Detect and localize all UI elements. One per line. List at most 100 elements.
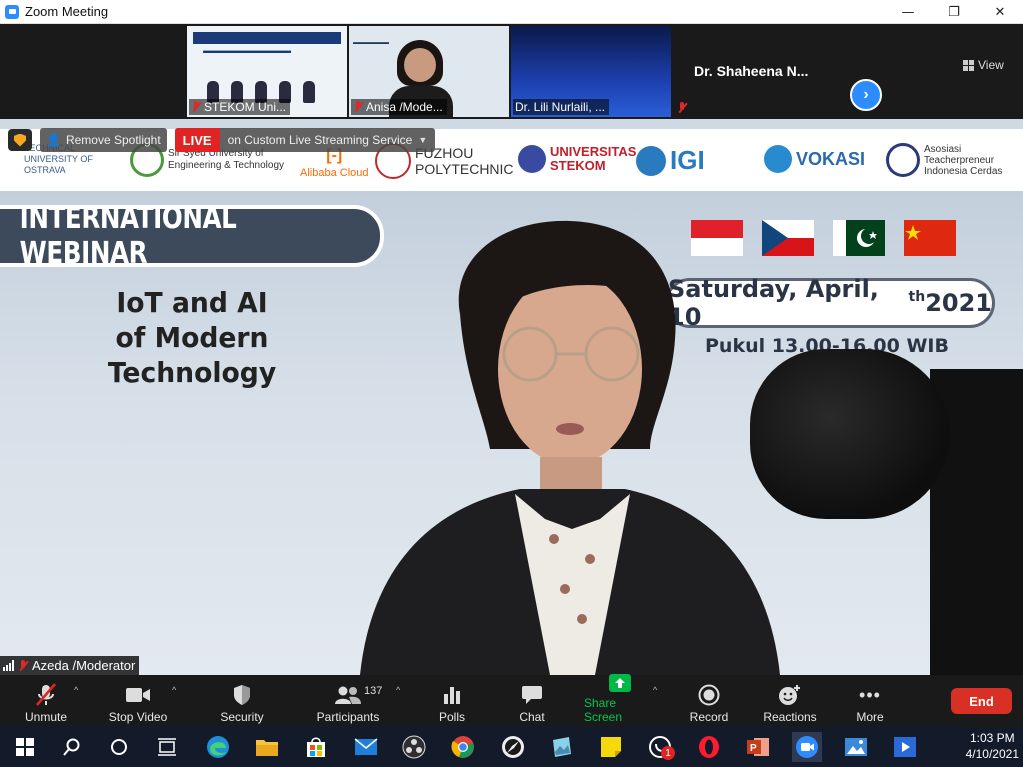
file-explorer-icon[interactable] [252,732,282,762]
live-badge: LIVE [174,128,220,152]
stop-video-button[interactable]: Stop Video [106,680,170,724]
security-shield-icon[interactable] [8,129,32,151]
audio-options-chevron-icon[interactable]: ^ [74,685,78,695]
video-overlay-controls: 👤 Remove Spotlight LIVE on Custom Live S… [8,128,436,152]
minimize-button[interactable]: — [885,0,931,24]
unmute-button[interactable]: Unmute [22,680,70,724]
compass-app-icon[interactable] [498,732,528,762]
clock-time: 1:03 PM [969,731,1015,745]
mic-muted-icon [35,683,57,707]
photos-app-icon[interactable] [546,732,576,762]
webinar-headline: IoT and AI of Modern Technology [107,286,277,389]
share-options-chevron-icon[interactable]: ^ [653,685,657,695]
mic-muted-icon [353,101,363,113]
more-button[interactable]: ••• More [852,680,888,725]
more-label: More [856,710,884,724]
webinar-tag: INTERNATIONAL WEBINAR [0,201,384,271]
video-options-chevron-icon[interactable]: ^ [172,685,176,695]
share-screen-button[interactable]: Share Screen [584,674,656,724]
participant-thumbnail[interactable]: ▬▬▬▬▬▬▬▬▬▬▬ STEKOM Uni... [187,26,347,117]
participant-name: Dr. Lili Nurlaili, ... [515,100,606,114]
chat-button[interactable]: Chat [516,680,548,724]
security-button[interactable]: Security [218,680,266,724]
restore-button[interactable]: ❐ [931,0,977,24]
thumbnail-speaker-photo [303,81,315,103]
igi-logo: IGI [636,145,705,176]
participants-icon: 137 [334,683,382,707]
participant-thumbnail[interactable]: ▬▬▬▬▬▬ Anisa /Mode... [349,26,509,117]
security-label: Security [220,710,264,724]
participant-thumbnail[interactable]: Dr. Lili Nurlaili, ... [511,26,671,117]
stop-video-label: Stop Video [108,710,168,724]
windows-start-icon[interactable] [10,732,40,762]
participant-name: Dr. Shaheena N... [694,63,809,79]
chat-label: Chat [519,710,545,724]
mic-muted-icon [18,659,28,672]
microphone [750,349,950,519]
meeting-toolbar: Unmute ^ Stop Video ^ Security 137 Parti… [0,674,1023,727]
record-icon [698,683,720,707]
atic-logo: Asosiasi Teacherpreneur Indonesia Cerdas [886,143,1004,177]
obs-icon[interactable] [399,732,429,762]
grid-icon [963,59,974,71]
polls-button[interactable]: Polls [434,680,470,724]
powerpoint-icon[interactable]: P [743,732,773,762]
view-button[interactable]: View [963,58,1004,72]
reactions-button[interactable]: Reactions [762,680,818,724]
live-stream-label: on Custom Live Streaming Service [227,133,413,147]
remove-spotlight-button[interactable]: 👤 Remove Spotlight [40,128,167,152]
participant-name-tag: Anisa /Mode... [351,99,447,115]
active-speaker-name-tag: Azeda /Moderator [0,656,140,675]
participants-count: 137 [364,685,383,697]
china-flag-icon [904,220,956,256]
participants-label: Participants [316,710,380,724]
whatsapp-badge: 1 [661,746,675,760]
unmute-label: Unmute [24,710,68,724]
search-icon[interactable] [57,732,87,762]
opera-icon[interactable] [694,732,724,762]
chat-bubble-icon [521,683,543,707]
participant-name: STEKOM Uni... [204,100,287,114]
live-stream-dropdown[interactable]: LIVE on Custom Live Streaming Service ▼ [174,128,436,152]
stekom-emblem-icon [518,145,546,173]
active-speaker-name: Azeda /Moderator [32,658,136,673]
participant-thumbnail[interactable]: Dr. Shaheena N... [673,26,843,117]
chrome-icon[interactable] [448,732,478,762]
svg-text:P: P [750,743,757,754]
atic-emblem-icon [886,143,920,177]
store-icon[interactable] [301,732,331,762]
participants-options-chevron-icon[interactable]: ^ [396,685,400,695]
task-view-icon[interactable] [152,732,182,762]
mic-muted-icon [677,102,687,114]
signal-strength-icon [3,660,14,671]
speaker-video [360,220,780,675]
clock-date: 4/10/2021 [965,747,1019,761]
zoom-taskbar-icon[interactable] [792,732,822,762]
video-camera-icon [125,683,151,707]
participant-name-tag: STEKOM Uni... [189,99,291,115]
next-page-arrow-icon[interactable]: › [850,79,882,111]
whatsapp-icon[interactable]: 1 [645,732,675,762]
cortana-icon[interactable] [104,732,134,762]
share-screen-label: Share Screen [584,696,623,724]
smiley-add-icon [778,683,802,707]
system-clock[interactable]: 1:03 PM 4/10/2021 [966,730,1019,762]
windows-taskbar: 1 P 1:03 PM 4/10/2021 [0,727,1023,767]
thumbnail-slide-text: ▬▬▬▬▬▬▬▬▬▬▬ [203,46,291,55]
shield-icon [233,683,251,707]
mail-icon[interactable] [351,732,381,762]
participant-strip: ▬▬▬▬▬▬▬▬▬▬▬ STEKOM Uni... ▬▬▬▬▬▬ Anisa /… [0,24,1023,119]
photos-viewer-icon[interactable] [841,732,871,762]
record-label: Record [689,710,729,724]
sticky-notes-icon[interactable] [596,732,626,762]
thumbnail-slide-text: ▬▬▬▬▬▬ [353,40,389,46]
chevron-down-icon: ▼ [418,135,428,145]
main-video: TECHNICAL UNIVERSITY OF OSTRAVA Sir Syed… [0,119,1023,675]
igi-emblem-icon [636,145,666,176]
close-button[interactable]: ✕ [977,0,1023,24]
edge-browser-icon[interactable] [203,732,233,762]
record-button[interactable]: Record [689,680,729,724]
end-meeting-button[interactable]: End [951,688,1012,714]
participants-button[interactable]: 137 Participants [312,680,384,724]
video-player-icon[interactable] [890,732,920,762]
